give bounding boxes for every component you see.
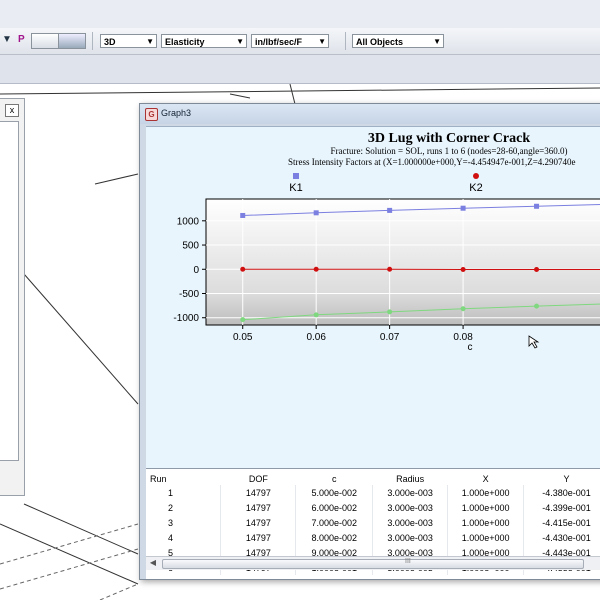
table-row[interactable]: 3 14797 7.000e-002 3.000e-003 1.000e+000 -4.4… [146,515,600,530]
chart-subtitle: Fracture: Solution = SOL, runs 1 to 6 (n… [331,146,568,156]
graph-app-icon: G [145,108,158,121]
table-cell: 14797 [220,530,297,545]
data-point [534,267,540,273]
table-cell: 2 [146,500,222,515]
data-point [313,210,319,216]
y-tick-label: -500 [179,289,199,300]
table-cell: 14797 [220,515,297,530]
chevron-down-icon: ▼ [146,37,154,46]
column-header[interactable]: c [296,472,373,485]
table-cell: 1 [146,485,222,500]
p-button[interactable]: P [18,34,25,45]
data-point [460,205,466,211]
table-cell: 3 [146,515,222,530]
graph-window-title: Graph3 [161,108,192,118]
data-point [387,207,393,213]
left-side-panel: x [0,98,25,496]
table-cell: 3.000e-003 [372,485,449,500]
table-cell: -4.415e-001 [523,515,600,530]
render-mode-button[interactable] [58,33,86,49]
y-tick-label: 500 [182,241,199,252]
column-header[interactable]: DOF [221,472,296,485]
title-bar-strip [0,0,600,29]
table-cell: 14797 [220,500,297,515]
data-point [460,306,466,312]
units-combo[interactable]: in/lbf/sec/F ▼ [251,34,329,48]
toolbar-separator [345,32,346,50]
x-tick-label: 0.07 [380,332,400,343]
table-cell: 6.000e-002 [295,500,374,515]
table-row[interactable]: 1 14797 5.000e-002 3.000e-003 1.000e+000 -4.3… [146,485,600,500]
table-cell: 7.000e-002 [295,515,374,530]
x-axis-label: c [468,342,473,353]
legend-label: K1 [289,182,302,194]
toolbar-separator [92,32,93,50]
table-cell: -4.399e-001 [523,500,600,515]
table-cell: 3.000e-003 [372,515,449,530]
table-cell: 1.000e+000 [447,515,525,530]
x-tick-label: 0.05 [233,332,253,343]
column-header[interactable]: Run [146,472,221,485]
table-cell: 1.000e+000 [447,485,525,500]
data-point [240,266,246,272]
mode-combo[interactable]: 3D ▼ [100,34,157,48]
chevron-down-icon: ▼ [236,37,244,46]
data-point [387,266,393,272]
table-cell: 3.000e-003 [372,500,449,515]
graph-window-titlebar[interactable]: G Graph3 [140,104,600,124]
scrollbar-thumb[interactable]: III [162,558,584,569]
chart-title: 3D Lug with Corner Crack [368,131,531,146]
k-factor-chart[interactable]: 3D Lug with Corner Crack Fracture: Solut… [146,127,600,469]
close-icon[interactable]: x [5,104,19,117]
y-tick-label: 1000 [177,216,200,227]
data-point [240,212,246,218]
left-panel-list[interactable] [0,121,19,461]
scroll-left-icon[interactable]: ◀ [148,558,158,568]
objects-combo[interactable]: All Objects ▼ [352,34,444,48]
main-toolbar: ▼ P 3D ▼ Elasticity ▼ in/lbf/sec/F ▼ All Ob… [0,28,600,55]
y-tick-label: 0 [193,265,199,276]
display-mode-button[interactable] [31,33,59,49]
graph-window: G Graph3 3D Lug with Corner Crack Fractu… [139,103,600,580]
mouse-cursor-icon [528,335,540,349]
legend-marker [473,173,479,179]
data-point [534,203,540,209]
column-header[interactable]: Y [524,472,600,485]
chart-subtitle-2: Stress Intensity Factors at (X=1.000000e… [288,157,576,167]
table-row[interactable]: 4 14797 8.000e-002 3.000e-003 1.000e+000 -4.4… [146,530,600,545]
data-point [460,267,466,273]
table-cell: 1.000e+000 [447,500,525,515]
table-cell: -4.380e-001 [523,485,600,500]
chevron-down-icon: ▼ [433,37,441,46]
table-cell: 4 [146,530,222,545]
table-cell: 1.000e+000 [447,530,525,545]
legend-marker [293,173,299,179]
data-point [313,266,319,272]
x-tick-label: 0.06 [306,332,326,343]
table-cell: 14797 [220,485,297,500]
chevron-down-icon: ▼ [318,37,326,46]
data-point [387,309,393,315]
data-point [240,317,246,323]
y-tick-label: -1000 [173,313,199,324]
horizontal-scrollbar[interactable]: ◀ III [146,556,600,570]
table-cell: -4.430e-001 [523,530,600,545]
data-point [313,312,319,318]
dropdown-arrow-icon[interactable]: ▼ [2,34,12,45]
result-type-combo[interactable]: Elasticity ▼ [161,34,247,48]
data-point [534,303,540,309]
chart-area: 3D Lug with Corner Crack Fracture: Solut… [146,126,600,469]
table-row[interactable]: 2 14797 6.000e-002 3.000e-003 1.000e+000 -4.3… [146,500,600,515]
scrollbar-grip: III [405,558,411,565]
table-cell: 3.000e-003 [372,530,449,545]
legend-label: K2 [469,182,482,194]
secondary-toolbar [0,55,600,84]
table-cell: 5.000e-002 [295,485,374,500]
column-header[interactable]: X [448,472,524,485]
column-header[interactable]: Radius [373,472,448,485]
table-cell: 8.000e-002 [295,530,374,545]
